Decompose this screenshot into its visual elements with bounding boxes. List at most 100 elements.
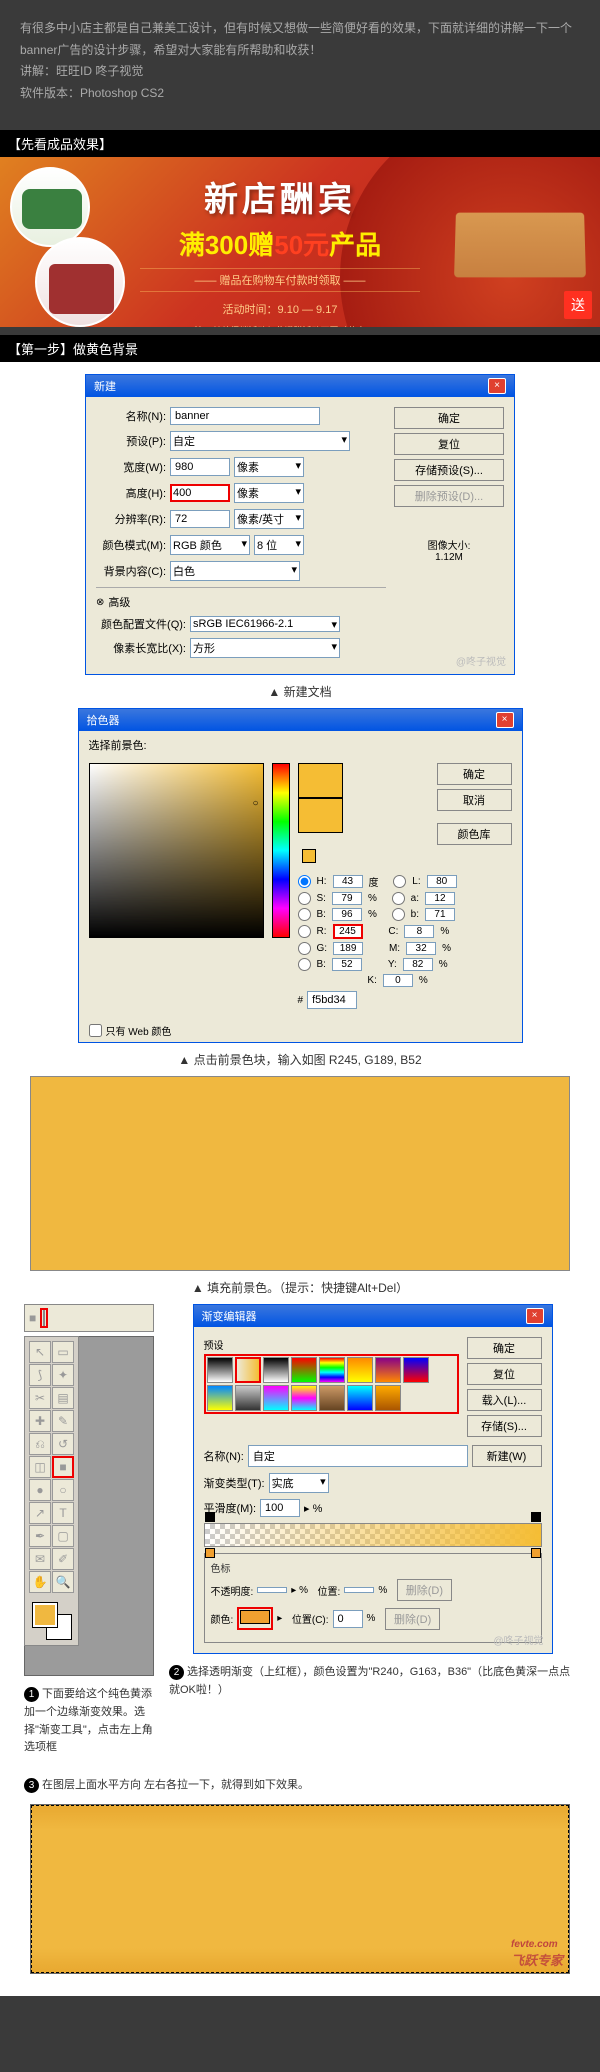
aspect-select[interactable]: 方形 bbox=[190, 638, 340, 658]
shape-tool[interactable]: ▢ bbox=[52, 1525, 74, 1547]
gradient-preview[interactable] bbox=[43, 1310, 45, 1326]
load-button[interactable]: 载入(L)... bbox=[467, 1389, 542, 1411]
pen-tool[interactable]: ✒ bbox=[29, 1525, 51, 1547]
close-icon[interactable]: × bbox=[496, 712, 514, 728]
eyedrop-tool[interactable]: ✐ bbox=[52, 1548, 74, 1570]
mode-select[interactable]: RGB 颜色 bbox=[170, 535, 250, 555]
opacity-stop[interactable] bbox=[205, 1512, 215, 1522]
b-input[interactable]: 96 bbox=[332, 908, 362, 921]
wand-tool[interactable]: ✦ bbox=[52, 1364, 74, 1386]
preset[interactable] bbox=[291, 1357, 317, 1383]
height-unit[interactable]: 像素 bbox=[234, 483, 304, 503]
a-input[interactable]: 12 bbox=[425, 892, 455, 905]
b-radio[interactable] bbox=[298, 908, 311, 921]
preset[interactable] bbox=[263, 1357, 289, 1383]
preset[interactable] bbox=[403, 1357, 429, 1383]
preset[interactable] bbox=[375, 1357, 401, 1383]
pos-input[interactable]: 0 bbox=[333, 1610, 363, 1628]
gradient-bar[interactable] bbox=[204, 1523, 542, 1547]
s-radio[interactable] bbox=[298, 892, 311, 905]
close-icon[interactable]: × bbox=[526, 1308, 544, 1324]
web-only-check[interactable] bbox=[89, 1024, 102, 1037]
width-input[interactable]: 980 bbox=[170, 458, 230, 476]
name-input[interactable]: 自定 bbox=[248, 1445, 468, 1467]
h-radio[interactable] bbox=[298, 875, 311, 888]
bg-select[interactable]: 白色 bbox=[170, 561, 300, 581]
preset[interactable] bbox=[319, 1385, 345, 1411]
height-input[interactable]: 400 bbox=[170, 484, 230, 502]
g-input[interactable]: 189 bbox=[333, 942, 363, 955]
notes-tool[interactable]: ✉ bbox=[29, 1548, 51, 1570]
type-tool[interactable]: T bbox=[52, 1502, 74, 1524]
color-stop[interactable] bbox=[205, 1548, 215, 1558]
dodge-tool[interactable]: ○ bbox=[52, 1479, 74, 1501]
preset[interactable] bbox=[319, 1357, 345, 1383]
fg-swatch[interactable] bbox=[33, 1603, 57, 1627]
stop-color-swatch[interactable] bbox=[240, 1610, 270, 1624]
move-tool[interactable]: ↖ bbox=[29, 1341, 51, 1363]
preset-selected[interactable] bbox=[235, 1357, 261, 1383]
blur-tool[interactable]: ● bbox=[29, 1479, 51, 1501]
save-button[interactable]: 存储(S)... bbox=[467, 1415, 542, 1437]
heal-tool[interactable]: ✚ bbox=[29, 1410, 51, 1432]
lasso-tool[interactable]: ⟆ bbox=[29, 1364, 51, 1386]
r-radio[interactable] bbox=[298, 925, 311, 938]
bl-input[interactable]: 52 bbox=[332, 958, 362, 971]
slice-tool[interactable]: ▤ bbox=[52, 1387, 74, 1409]
a-radio[interactable] bbox=[392, 892, 405, 905]
r-input[interactable]: 245 bbox=[333, 924, 363, 939]
hex-input[interactable]: f5bd34 bbox=[307, 991, 357, 1009]
s-input[interactable]: 79 bbox=[332, 892, 362, 905]
c-input[interactable]: 8 bbox=[404, 925, 434, 938]
close-icon[interactable]: × bbox=[488, 378, 506, 394]
profile-select[interactable]: sRGB IEC61966-2.1 bbox=[190, 616, 340, 632]
hand-tool[interactable]: ✋ bbox=[29, 1571, 51, 1593]
preset[interactable] bbox=[347, 1357, 373, 1383]
res-input[interactable]: 72 bbox=[170, 510, 230, 528]
cancel-button[interactable]: 复位 bbox=[394, 433, 504, 455]
smooth-input[interactable]: 100 bbox=[260, 1499, 300, 1517]
preset[interactable] bbox=[207, 1357, 233, 1383]
zoom-tool[interactable]: 🔍 bbox=[52, 1571, 74, 1593]
marquee-tool[interactable]: ▭ bbox=[52, 1341, 74, 1363]
gradient-tool[interactable]: ■ bbox=[52, 1456, 74, 1478]
color-stop[interactable] bbox=[531, 1548, 541, 1558]
preset[interactable] bbox=[235, 1385, 261, 1411]
type-select[interactable]: 实底 bbox=[269, 1473, 329, 1493]
width-unit[interactable]: 像素 bbox=[234, 457, 304, 477]
preset[interactable] bbox=[207, 1385, 233, 1411]
name-input[interactable]: banner bbox=[170, 407, 320, 425]
opacity-stop[interactable] bbox=[531, 1512, 541, 1522]
res-unit[interactable]: 像素/英寸 bbox=[234, 509, 304, 529]
new-button[interactable]: 新建(W) bbox=[472, 1445, 542, 1467]
crop-tool[interactable]: ✂ bbox=[29, 1387, 51, 1409]
h-input[interactable]: 43 bbox=[333, 875, 363, 888]
hue-strip[interactable] bbox=[272, 763, 290, 938]
bb-radio[interactable] bbox=[392, 908, 405, 921]
m-input[interactable]: 32 bbox=[406, 942, 436, 955]
eraser-tool[interactable]: ◫ bbox=[29, 1456, 51, 1478]
advanced-label[interactable]: 高级 bbox=[108, 594, 130, 610]
l-input[interactable]: 80 bbox=[427, 875, 457, 888]
ok-button[interactable]: 确定 bbox=[437, 763, 512, 785]
color-field[interactable] bbox=[89, 763, 264, 938]
ok-button[interactable]: 确定 bbox=[394, 407, 504, 429]
preset[interactable] bbox=[375, 1385, 401, 1411]
color-lib-button[interactable]: 颜色库 bbox=[437, 823, 512, 845]
cancel-button[interactable]: 复位 bbox=[467, 1363, 542, 1385]
g-radio[interactable] bbox=[298, 942, 311, 955]
brush-tool[interactable]: ✎ bbox=[52, 1410, 74, 1432]
bit-select[interactable]: 8 位 bbox=[254, 535, 304, 555]
history-tool[interactable]: ↺ bbox=[52, 1433, 74, 1455]
save-preset-button[interactable]: 存储预设(S)... bbox=[394, 459, 504, 481]
preset-select[interactable]: 自定 bbox=[170, 431, 350, 451]
l-radio[interactable] bbox=[393, 875, 406, 888]
k-input[interactable]: 0 bbox=[383, 974, 413, 987]
stamp-tool[interactable]: ⎌ bbox=[29, 1433, 51, 1455]
cancel-button[interactable]: 取消 bbox=[437, 789, 512, 811]
y-input[interactable]: 82 bbox=[403, 958, 433, 971]
preset[interactable] bbox=[347, 1385, 373, 1411]
bl-radio[interactable] bbox=[298, 958, 311, 971]
bb-input[interactable]: 71 bbox=[425, 908, 455, 921]
ok-button[interactable]: 确定 bbox=[467, 1337, 542, 1359]
